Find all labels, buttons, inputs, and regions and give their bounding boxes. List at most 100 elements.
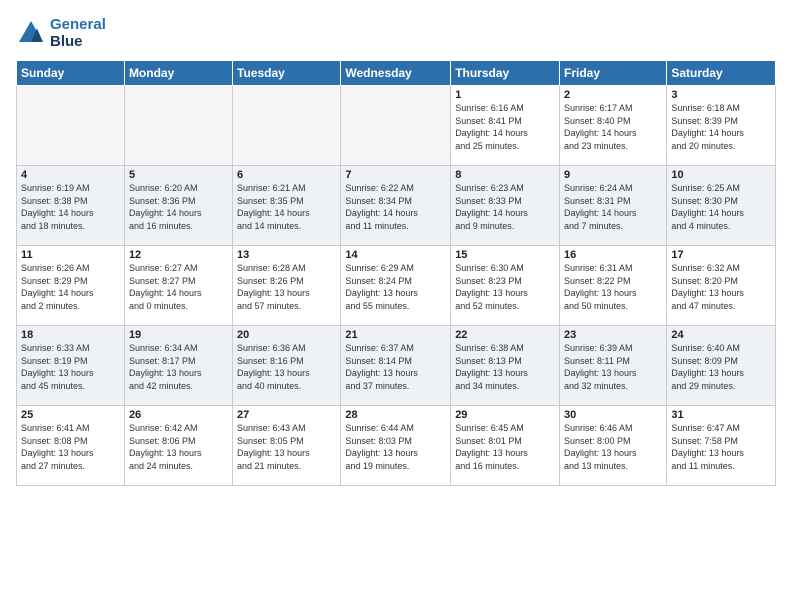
calendar-day-cell: 3Sunrise: 6:18 AM Sunset: 8:39 PM Daylig…	[667, 86, 776, 166]
calendar-day-cell: 26Sunrise: 6:42 AM Sunset: 8:06 PM Dayli…	[124, 406, 232, 486]
day-info: Sunrise: 6:21 AM Sunset: 8:35 PM Dayligh…	[237, 182, 336, 232]
calendar-day-cell: 16Sunrise: 6:31 AM Sunset: 8:22 PM Dayli…	[560, 246, 667, 326]
day-info: Sunrise: 6:31 AM Sunset: 8:22 PM Dayligh…	[564, 262, 662, 312]
weekday-header-saturday: Saturday	[667, 61, 776, 86]
day-number: 22	[455, 329, 555, 341]
weekday-header-friday: Friday	[560, 61, 667, 86]
day-info: Sunrise: 6:42 AM Sunset: 8:06 PM Dayligh…	[129, 422, 228, 472]
day-number: 6	[237, 169, 336, 181]
weekday-header-sunday: Sunday	[17, 61, 125, 86]
day-info: Sunrise: 6:20 AM Sunset: 8:36 PM Dayligh…	[129, 182, 228, 232]
day-info: Sunrise: 6:30 AM Sunset: 8:23 PM Dayligh…	[455, 262, 555, 312]
calendar-week-row: 11Sunrise: 6:26 AM Sunset: 8:29 PM Dayli…	[17, 246, 776, 326]
weekday-header-wednesday: Wednesday	[341, 61, 451, 86]
calendar-day-cell: 23Sunrise: 6:39 AM Sunset: 8:11 PM Dayli…	[560, 326, 667, 406]
day-number: 17	[671, 249, 771, 261]
calendar-day-cell: 4Sunrise: 6:19 AM Sunset: 8:38 PM Daylig…	[17, 166, 125, 246]
day-info: Sunrise: 6:44 AM Sunset: 8:03 PM Dayligh…	[345, 422, 446, 472]
day-number: 25	[21, 409, 120, 421]
day-number: 21	[345, 329, 446, 341]
calendar-week-row: 1Sunrise: 6:16 AM Sunset: 8:41 PM Daylig…	[17, 86, 776, 166]
day-number: 3	[671, 89, 771, 101]
day-number: 28	[345, 409, 446, 421]
day-number: 23	[564, 329, 662, 341]
day-number: 31	[671, 409, 771, 421]
calendar-day-cell: 6Sunrise: 6:21 AM Sunset: 8:35 PM Daylig…	[233, 166, 341, 246]
day-number: 18	[21, 329, 120, 341]
calendar-day-cell: 28Sunrise: 6:44 AM Sunset: 8:03 PM Dayli…	[341, 406, 451, 486]
day-info: Sunrise: 6:23 AM Sunset: 8:33 PM Dayligh…	[455, 182, 555, 232]
day-info: Sunrise: 6:45 AM Sunset: 8:01 PM Dayligh…	[455, 422, 555, 472]
day-info: Sunrise: 6:18 AM Sunset: 8:39 PM Dayligh…	[671, 102, 771, 152]
calendar-day-cell	[17, 86, 125, 166]
day-info: Sunrise: 6:29 AM Sunset: 8:24 PM Dayligh…	[345, 262, 446, 312]
weekday-header-thursday: Thursday	[451, 61, 560, 86]
day-number: 27	[237, 409, 336, 421]
logo-icon	[16, 18, 46, 48]
calendar-week-row: 4Sunrise: 6:19 AM Sunset: 8:38 PM Daylig…	[17, 166, 776, 246]
calendar-day-cell: 15Sunrise: 6:30 AM Sunset: 8:23 PM Dayli…	[451, 246, 560, 326]
day-info: Sunrise: 6:22 AM Sunset: 8:34 PM Dayligh…	[345, 182, 446, 232]
calendar-day-cell: 8Sunrise: 6:23 AM Sunset: 8:33 PM Daylig…	[451, 166, 560, 246]
day-number: 1	[455, 89, 555, 101]
logo: General Blue	[16, 16, 106, 50]
calendar-day-cell: 7Sunrise: 6:22 AM Sunset: 8:34 PM Daylig…	[341, 166, 451, 246]
day-info: Sunrise: 6:24 AM Sunset: 8:31 PM Dayligh…	[564, 182, 662, 232]
calendar-day-cell	[341, 86, 451, 166]
calendar-day-cell: 2Sunrise: 6:17 AM Sunset: 8:40 PM Daylig…	[560, 86, 667, 166]
day-number: 14	[345, 249, 446, 261]
day-number: 7	[345, 169, 446, 181]
day-number: 8	[455, 169, 555, 181]
day-number: 30	[564, 409, 662, 421]
calendar-day-cell: 9Sunrise: 6:24 AM Sunset: 8:31 PM Daylig…	[560, 166, 667, 246]
calendar-day-cell: 20Sunrise: 6:36 AM Sunset: 8:16 PM Dayli…	[233, 326, 341, 406]
calendar-day-cell: 10Sunrise: 6:25 AM Sunset: 8:30 PM Dayli…	[667, 166, 776, 246]
day-number: 2	[564, 89, 662, 101]
day-info: Sunrise: 6:25 AM Sunset: 8:30 PM Dayligh…	[671, 182, 771, 232]
calendar-day-cell: 25Sunrise: 6:41 AM Sunset: 8:08 PM Dayli…	[17, 406, 125, 486]
calendar-table: SundayMondayTuesdayWednesdayThursdayFrid…	[16, 60, 776, 486]
day-info: Sunrise: 6:26 AM Sunset: 8:29 PM Dayligh…	[21, 262, 120, 312]
day-info: Sunrise: 6:32 AM Sunset: 8:20 PM Dayligh…	[671, 262, 771, 312]
day-number: 10	[671, 169, 771, 181]
day-number: 20	[237, 329, 336, 341]
header: General Blue	[16, 16, 776, 50]
day-info: Sunrise: 6:41 AM Sunset: 8:08 PM Dayligh…	[21, 422, 120, 472]
day-info: Sunrise: 6:37 AM Sunset: 8:14 PM Dayligh…	[345, 342, 446, 392]
calendar-day-cell: 11Sunrise: 6:26 AM Sunset: 8:29 PM Dayli…	[17, 246, 125, 326]
weekday-header-tuesday: Tuesday	[233, 61, 341, 86]
calendar-day-cell: 14Sunrise: 6:29 AM Sunset: 8:24 PM Dayli…	[341, 246, 451, 326]
day-number: 26	[129, 409, 228, 421]
day-number: 11	[21, 249, 120, 261]
day-info: Sunrise: 6:46 AM Sunset: 8:00 PM Dayligh…	[564, 422, 662, 472]
calendar-day-cell: 17Sunrise: 6:32 AM Sunset: 8:20 PM Dayli…	[667, 246, 776, 326]
calendar-header-row: SundayMondayTuesdayWednesdayThursdayFrid…	[17, 61, 776, 86]
day-info: Sunrise: 6:43 AM Sunset: 8:05 PM Dayligh…	[237, 422, 336, 472]
day-info: Sunrise: 6:39 AM Sunset: 8:11 PM Dayligh…	[564, 342, 662, 392]
calendar-day-cell: 30Sunrise: 6:46 AM Sunset: 8:00 PM Dayli…	[560, 406, 667, 486]
calendar-day-cell: 12Sunrise: 6:27 AM Sunset: 8:27 PM Dayli…	[124, 246, 232, 326]
day-info: Sunrise: 6:19 AM Sunset: 8:38 PM Dayligh…	[21, 182, 120, 232]
calendar-day-cell: 31Sunrise: 6:47 AM Sunset: 7:58 PM Dayli…	[667, 406, 776, 486]
calendar-day-cell: 29Sunrise: 6:45 AM Sunset: 8:01 PM Dayli…	[451, 406, 560, 486]
calendar-day-cell: 19Sunrise: 6:34 AM Sunset: 8:17 PM Dayli…	[124, 326, 232, 406]
calendar-day-cell: 1Sunrise: 6:16 AM Sunset: 8:41 PM Daylig…	[451, 86, 560, 166]
day-info: Sunrise: 6:27 AM Sunset: 8:27 PM Dayligh…	[129, 262, 228, 312]
calendar-day-cell: 22Sunrise: 6:38 AM Sunset: 8:13 PM Dayli…	[451, 326, 560, 406]
day-info: Sunrise: 6:17 AM Sunset: 8:40 PM Dayligh…	[564, 102, 662, 152]
calendar-day-cell: 27Sunrise: 6:43 AM Sunset: 8:05 PM Dayli…	[233, 406, 341, 486]
day-number: 5	[129, 169, 228, 181]
day-info: Sunrise: 6:36 AM Sunset: 8:16 PM Dayligh…	[237, 342, 336, 392]
day-number: 15	[455, 249, 555, 261]
page: General Blue SundayMondayTuesdayWednesda…	[0, 0, 792, 612]
day-number: 19	[129, 329, 228, 341]
calendar-day-cell: 21Sunrise: 6:37 AM Sunset: 8:14 PM Dayli…	[341, 326, 451, 406]
calendar-day-cell: 13Sunrise: 6:28 AM Sunset: 8:26 PM Dayli…	[233, 246, 341, 326]
day-number: 12	[129, 249, 228, 261]
day-info: Sunrise: 6:34 AM Sunset: 8:17 PM Dayligh…	[129, 342, 228, 392]
day-number: 29	[455, 409, 555, 421]
day-info: Sunrise: 6:38 AM Sunset: 8:13 PM Dayligh…	[455, 342, 555, 392]
calendar-day-cell: 18Sunrise: 6:33 AM Sunset: 8:19 PM Dayli…	[17, 326, 125, 406]
day-number: 4	[21, 169, 120, 181]
day-info: Sunrise: 6:33 AM Sunset: 8:19 PM Dayligh…	[21, 342, 120, 392]
